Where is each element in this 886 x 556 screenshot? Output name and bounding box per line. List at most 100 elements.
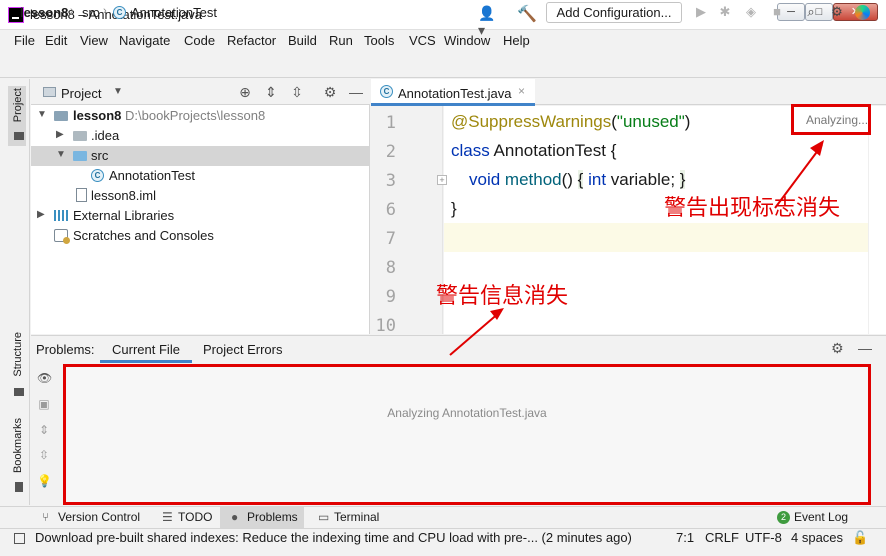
tool-problems[interactable]: Problems — [247, 510, 298, 524]
highlight-box-problems — [63, 364, 871, 505]
tool-windows-toggle-icon[interactable] — [14, 533, 25, 544]
tool-terminal[interactable]: Terminal — [334, 510, 379, 524]
collapse-all-icon[interactable]: ⇳ — [37, 448, 51, 462]
menu-navigate[interactable]: Navigate — [119, 33, 170, 48]
code-annotation: @SuppressWarnings — [451, 112, 612, 131]
chevron-down-icon[interactable]: ▼ — [56, 149, 66, 160]
expand-all-icon[interactable]: ⇕ — [37, 423, 51, 437]
project-settings-gear-icon[interactable]: ⚙ — [322, 84, 338, 100]
coverage-icon[interactable]: ◈ — [742, 4, 760, 22]
event-log-count-badge: 2 — [777, 511, 790, 524]
version-control-icon: ⑂ — [42, 510, 50, 524]
menu-vcs[interactable]: VCS — [409, 33, 436, 48]
tool-todo[interactable]: TODO — [178, 510, 212, 524]
user-account-icon[interactable]: 👤▾ — [478, 5, 502, 38]
lightbulb-icon[interactable]: 💡 — [37, 474, 52, 488]
preview-icon[interactable]: ▣ — [37, 397, 51, 411]
chevron-right-icon[interactable]: ▶ — [37, 209, 45, 220]
java-class-icon: C — [113, 6, 126, 19]
java-class-icon: C — [91, 169, 104, 182]
menu-refactor[interactable]: Refactor — [227, 33, 276, 48]
menu-build[interactable]: Build — [288, 33, 317, 48]
bookmarks-tool-label[interactable]: Bookmarks — [12, 418, 24, 473]
tree-item-idea[interactable]: ▶ .idea — [31, 126, 370, 146]
tab-current-file[interactable]: Current File — [100, 336, 192, 363]
tool-version-control[interactable]: Version Control — [58, 510, 140, 524]
breadcrumb-separator-icon: › — [103, 5, 107, 17]
folder-icon — [73, 131, 87, 141]
close-tab-icon[interactable]: × — [518, 84, 525, 98]
module-folder-icon — [54, 111, 68, 121]
line-number: 10 — [375, 316, 396, 336]
libraries-icon — [54, 210, 68, 221]
tree-item-annotationtest[interactable]: C AnnotationTest — [31, 166, 370, 186]
status-message[interactable]: Download pre-built shared indexes: Reduc… — [35, 530, 632, 545]
breadcrumb-project[interactable]: lesson8 — [20, 5, 68, 20]
build-hammer-icon[interactable]: 🔨 — [517, 4, 537, 24]
collapse-all-icon[interactable]: ⇳ — [289, 84, 305, 100]
menu-help[interactable]: Help — [503, 33, 530, 48]
jetbrains-toolbox-icon[interactable] — [855, 5, 870, 20]
stop-icon[interactable]: ■ — [768, 4, 786, 22]
menu-view[interactable]: View — [80, 33, 108, 48]
debug-icon[interactable]: ✱ — [716, 4, 734, 22]
settings-gear-icon[interactable]: ⚙ — [828, 4, 846, 22]
chevron-down-icon[interactable]: ▼ — [113, 86, 123, 97]
tree-item-label: .idea — [91, 128, 120, 143]
code-paren: ) — [684, 112, 691, 131]
arrow-head — [810, 140, 824, 156]
select-opened-file-icon[interactable]: ⊕ — [237, 84, 253, 100]
menu-file[interactable]: File — [14, 33, 35, 48]
project-view-icon — [43, 87, 56, 97]
breadcrumb-file[interactable]: AnnotationTest — [131, 5, 217, 20]
source-folder-icon — [73, 151, 87, 161]
chevron-right-icon[interactable]: ▶ — [56, 129, 64, 140]
scratches-icon — [54, 229, 70, 244]
line-number: 7 — [385, 229, 396, 249]
tree-item-label: lesson8.iml — [91, 188, 157, 203]
iml-file-icon — [76, 188, 87, 202]
file-encoding[interactable]: UTF-8 — [745, 530, 782, 545]
tree-item-label: src — [91, 148, 109, 163]
tab-project-errors[interactable]: Project Errors — [203, 342, 282, 357]
tree-item-src[interactable]: ▼ src — [31, 146, 370, 166]
line-separator[interactable]: CRLF — [705, 530, 739, 545]
eye-icon[interactable]: 👁 — [37, 371, 52, 385]
project-title[interactable]: Project — [61, 86, 101, 101]
caret-position[interactable]: 7:1 — [676, 530, 694, 545]
structure-icon — [14, 388, 24, 396]
indent-setting[interactable]: 4 spaces — [791, 530, 843, 545]
todo-list-icon: ☰ — [162, 510, 173, 524]
tree-item-scratches[interactable]: Scratches and Consoles — [31, 226, 370, 246]
arrow-line — [449, 311, 501, 356]
chevron-down-icon[interactable]: ▼ — [37, 109, 47, 120]
java-class-icon: C — [380, 85, 393, 98]
project-tool-label[interactable]: Project — [12, 88, 24, 122]
expand-all-icon[interactable]: ⇕ — [263, 84, 279, 100]
search-icon[interactable]: ⌕ — [802, 4, 820, 22]
menu-tools[interactable]: Tools — [364, 33, 394, 48]
editor-tab-label[interactable]: AnnotationTest.java — [398, 86, 511, 101]
structure-tool-label[interactable]: Structure — [12, 332, 24, 377]
tree-item-lesson8[interactable]: ▼ lesson8 D:\bookProjects\lesson8 — [31, 106, 370, 126]
annotation-warning-info-gone: 警告信息消失 — [436, 284, 569, 309]
tool-event-log[interactable]: Event Log — [794, 510, 848, 524]
tree-item-label: External Libraries — [73, 208, 175, 223]
line-number: 2 — [385, 142, 396, 162]
line-number: 9 — [385, 287, 396, 307]
tree-item-external-libraries[interactable]: ▶ External Libraries — [31, 206, 370, 226]
navigation-bar — [0, 52, 886, 78]
menu-bar: File Edit View Navigate Code Refactor Bu… — [0, 30, 886, 52]
menu-run[interactable]: Run — [329, 33, 353, 48]
lock-icon[interactable]: 🔓 — [852, 530, 868, 546]
breadcrumb-src[interactable]: src — [82, 5, 99, 20]
add-configuration-button[interactable]: Add Configuration... — [546, 2, 682, 23]
menu-edit[interactable]: Edit — [45, 33, 67, 48]
tree-item-lesson8-iml[interactable]: lesson8.iml — [31, 186, 370, 206]
hide-minimize-icon[interactable]: — — [348, 84, 364, 100]
run-icon[interactable]: ▶ — [692, 4, 710, 22]
code-string: "unused" — [616, 112, 685, 131]
project-folder-icon — [14, 132, 24, 140]
menu-code[interactable]: Code — [184, 33, 215, 48]
highlight-box-analyzing — [791, 104, 871, 135]
